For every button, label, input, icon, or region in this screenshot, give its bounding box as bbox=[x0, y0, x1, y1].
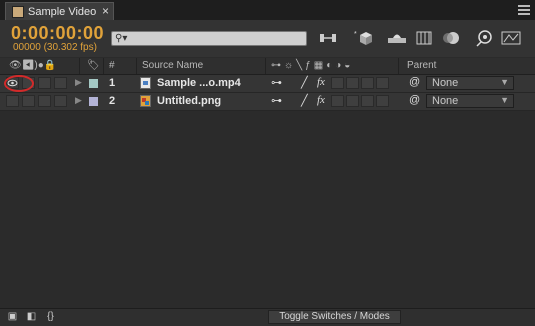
effects-switch-icon[interactable]: fx bbox=[317, 94, 325, 106]
layer-source-name[interactable]: Untitled.png bbox=[157, 95, 221, 107]
panel-menu-icon[interactable] bbox=[518, 4, 532, 16]
layer-row-2[interactable]: ▶ 2 Untitled.png ⊶ ╱ fx @ None ▼ bbox=[0, 93, 535, 111]
adjustment-switch[interactable] bbox=[361, 95, 374, 107]
brainstorm-icon[interactable] bbox=[474, 29, 494, 47]
pickwhip-icon[interactable]: @ bbox=[409, 94, 420, 106]
parent-value: None bbox=[432, 77, 459, 89]
search-icon: ⚲▾ bbox=[115, 33, 128, 44]
shy-switch-icon[interactable]: ⊶ bbox=[271, 94, 282, 107]
close-icon[interactable]: × bbox=[102, 4, 109, 18]
chevron-down-icon: ▼ bbox=[500, 77, 509, 87]
frame-blending-icon[interactable] bbox=[414, 29, 434, 47]
in-out-pane-icon[interactable]: {} bbox=[44, 310, 57, 323]
highlight-annotation bbox=[4, 75, 34, 92]
motion-blur-switch[interactable] bbox=[346, 77, 359, 89]
parent-value: None bbox=[432, 95, 459, 107]
transfer-controls-pane-icon[interactable]: ◧ bbox=[25, 310, 38, 323]
expand-triangle-icon[interactable]: ▶ bbox=[75, 95, 82, 106]
switches-icons: ⊶☼╲ƒ▦◐◑◒ bbox=[271, 60, 354, 71]
quality-switch-icon[interactable]: ╱ bbox=[301, 94, 308, 107]
parent-dropdown[interactable]: None ▼ bbox=[426, 76, 514, 90]
motion-blur-icon[interactable] bbox=[441, 29, 461, 47]
quality-switch-icon[interactable]: ╱ bbox=[301, 76, 308, 89]
shy-layers-icon[interactable] bbox=[387, 29, 407, 47]
column-parent: Parent bbox=[407, 60, 437, 71]
lock-switch[interactable] bbox=[54, 95, 67, 107]
tab-label: Sample Video bbox=[28, 5, 97, 18]
3d-layer-switch[interactable] bbox=[376, 95, 389, 107]
video-file-icon bbox=[140, 77, 151, 89]
label-color-swatch[interactable] bbox=[89, 79, 98, 88]
parent-dropdown[interactable]: None ▼ bbox=[426, 94, 514, 108]
solo-switch[interactable] bbox=[38, 77, 51, 89]
svg-text:*: * bbox=[354, 31, 357, 38]
layer-number: 2 bbox=[109, 95, 116, 107]
column-source-name[interactable]: Source Name bbox=[142, 60, 203, 71]
effects-switch-icon[interactable]: fx bbox=[317, 76, 325, 88]
composition-icon bbox=[12, 5, 24, 18]
adjustment-switch[interactable] bbox=[361, 77, 374, 89]
current-time-display[interactable]: 0:00:00:00 bbox=[11, 23, 104, 44]
3d-layer-switch[interactable] bbox=[376, 77, 389, 89]
frame-blend-switch[interactable] bbox=[331, 95, 344, 107]
motion-blur-switch[interactable] bbox=[346, 95, 359, 107]
av-features-icons: 👁◀)●🔒 bbox=[9, 60, 57, 71]
layer-number: 1 bbox=[109, 77, 116, 89]
graph-editor-icon[interactable] bbox=[501, 29, 521, 47]
image-file-icon bbox=[140, 95, 151, 107]
shy-switch-icon[interactable]: ⊶ bbox=[271, 76, 282, 89]
comp-mini-flowchart-icon[interactable] bbox=[318, 29, 338, 47]
column-number: # bbox=[109, 60, 115, 71]
draft-3d-icon[interactable]: * bbox=[354, 29, 374, 47]
lock-switch[interactable] bbox=[54, 77, 67, 89]
pickwhip-icon[interactable]: @ bbox=[409, 76, 420, 88]
layer-switches-pane-icon[interactable]: ▣ bbox=[6, 310, 19, 323]
audio-switch[interactable] bbox=[22, 95, 35, 107]
toggle-switches-modes-button[interactable]: Toggle Switches / Modes bbox=[268, 310, 401, 324]
solo-switch[interactable] bbox=[38, 95, 51, 107]
tab-composition[interactable]: Sample Video × bbox=[5, 2, 114, 20]
frame-blend-switch[interactable] bbox=[331, 77, 344, 89]
label-tag-icon: 🏷 bbox=[87, 60, 100, 71]
search-input[interactable]: ⚲▾ bbox=[111, 31, 307, 46]
chevron-down-icon: ▼ bbox=[500, 95, 509, 105]
label-color-swatch[interactable] bbox=[89, 97, 98, 106]
eye-switch[interactable] bbox=[6, 95, 19, 107]
frame-count: 00000 (30.302 fps) bbox=[13, 42, 97, 53]
column-header: 👁◀)●🔒 🏷 # Source Name ⊶☼╲ƒ▦◐◑◒ Parent bbox=[0, 58, 535, 75]
expand-triangle-icon[interactable]: ▶ bbox=[75, 77, 82, 88]
layer-row-1[interactable]: ▶ 1 Sample ...o.mp4 ⊶ ╱ fx @ None ▼ bbox=[0, 75, 535, 93]
layer-source-name[interactable]: Sample ...o.mp4 bbox=[157, 77, 241, 89]
